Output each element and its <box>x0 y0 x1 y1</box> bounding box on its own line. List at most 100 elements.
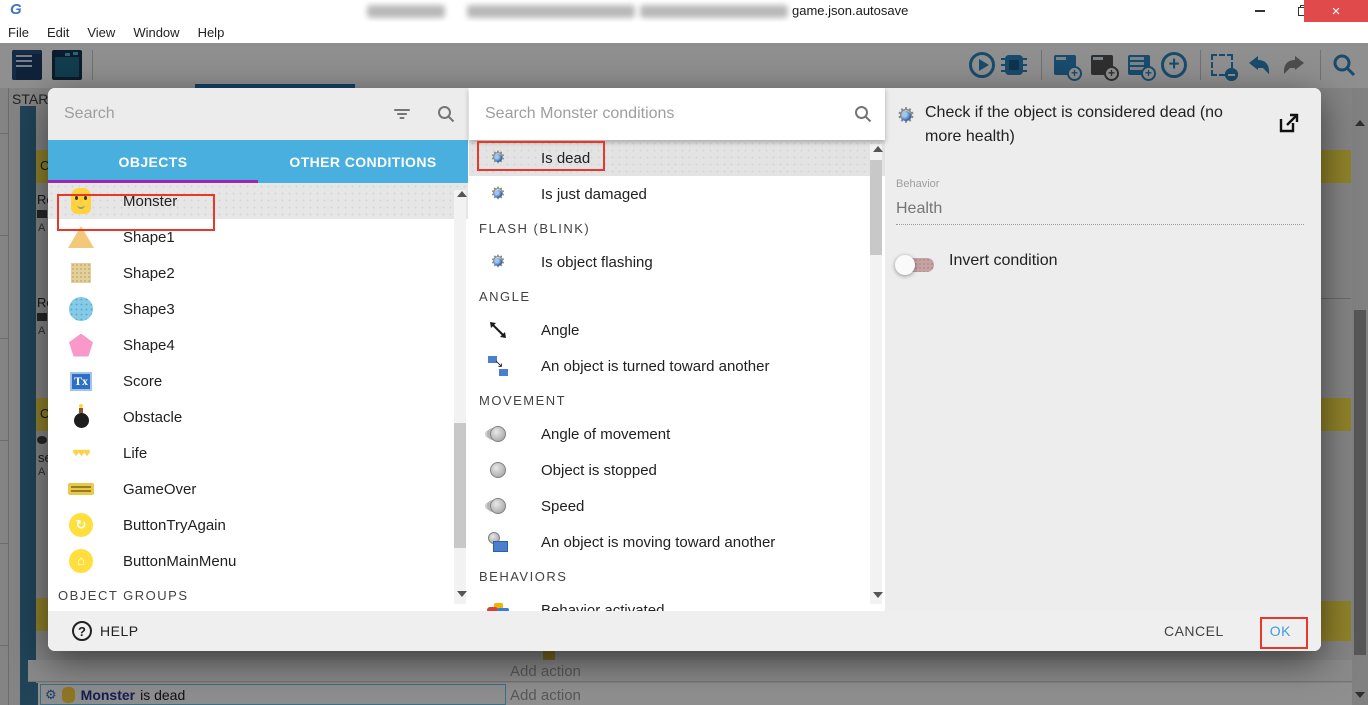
object-item-buttonmainmenu[interactable]: ⌂ ButtonMainMenu <box>48 543 468 579</box>
stopped-object-icon <box>487 462 509 478</box>
section-movement: MOVEMENT <box>469 384 885 416</box>
gdevelop-logo-icon: G <box>10 1 22 18</box>
retry-button-icon: ↻ <box>66 513 96 537</box>
condition-label: An object is moving toward another <box>541 534 775 551</box>
window-title: game.json.autosave <box>792 3 908 18</box>
scroll-down-arrow[interactable] <box>873 592 883 598</box>
text-object-icon: Tx <box>66 372 96 391</box>
redacted-path-blur <box>467 5 635 18</box>
redacted-path-blur <box>367 5 445 18</box>
dialog-footer: ? HELP CANCEL OK <box>48 611 1321 651</box>
object-item-score[interactable]: Tx Score <box>48 363 468 399</box>
condition-label: Object is stopped <box>541 462 657 479</box>
menu-bar: File Edit View Window Help <box>0 22 1368 43</box>
object-label: Shape1 <box>123 229 175 246</box>
object-item-shape4[interactable]: Shape4 <box>48 327 468 363</box>
object-label: Life <box>123 445 147 462</box>
close-button[interactable]: × <box>1304 0 1368 22</box>
condition-description: Check if the object is considered dead (… <box>925 101 1245 149</box>
object-search-bar <box>48 88 468 140</box>
question-mark-icon: ? <box>72 621 92 641</box>
object-label: Obstacle <box>123 409 182 426</box>
invert-condition-label: Invert condition <box>949 252 1058 270</box>
scroll-down-arrow[interactable] <box>457 591 467 597</box>
health-gear-icon: ⚙ <box>487 184 509 204</box>
gameover-banner-icon <box>66 483 96 495</box>
condition-search-input[interactable] <box>469 105 841 123</box>
object-label: Shape4 <box>123 337 175 354</box>
object-search-input[interactable] <box>48 105 380 123</box>
bomb-icon <box>66 407 96 428</box>
object-label: ButtonTryAgain <box>123 517 226 534</box>
tab-other-conditions[interactable]: OTHER CONDITIONS <box>258 140 468 183</box>
section-behaviors: BEHAVIORS <box>469 560 885 592</box>
search-icon[interactable] <box>424 104 468 124</box>
menu-window[interactable]: Window <box>124 25 188 40</box>
health-gear-icon: ⚙ <box>894 104 919 129</box>
filter-icon[interactable] <box>380 104 424 124</box>
object-label: Shape2 <box>123 265 175 282</box>
condition-editor-panel: ⚙ Check if the object is considered dead… <box>885 88 1321 611</box>
help-label: HELP <box>100 623 139 639</box>
angle-arrow-icon <box>487 320 509 340</box>
object-item-life[interactable]: ♥♥♥ Life <box>48 435 468 471</box>
object-item-obstacle[interactable]: Obstacle <box>48 399 468 435</box>
turned-toward-icon: ↘ <box>487 356 509 376</box>
condition-item-turned-toward[interactable]: ↘ An object is turned toward another <box>469 348 885 384</box>
condition-label: Is just damaged <box>541 186 647 203</box>
angle-of-movement-icon <box>487 426 509 442</box>
scroll-up-arrow[interactable] <box>457 191 467 197</box>
invert-condition-toggle[interactable] <box>898 258 934 272</box>
speed-icon <box>487 498 509 514</box>
pentagon-shape-icon <box>66 334 96 357</box>
condition-item-angle-of-movement[interactable]: Angle of movement <box>469 416 885 452</box>
help-button[interactable]: ? HELP <box>72 621 139 641</box>
menu-file[interactable]: File <box>0 25 38 40</box>
menu-help[interactable]: Help <box>189 25 234 40</box>
condition-item-is-object-flashing[interactable]: ⚙ Is object flashing <box>469 244 885 280</box>
flash-gear-icon: ⚙ <box>487 252 509 272</box>
open-help-external-icon[interactable] <box>1277 111 1301 135</box>
object-item-shape3[interactable]: Shape3 <box>48 291 468 327</box>
condition-label: Behavior activated <box>541 602 664 612</box>
condition-list: ⚙ Is dead ⚙ Is just damaged FLASH (BLINK… <box>469 140 885 611</box>
section-flash-blink: FLASH (BLINK) <box>469 212 885 244</box>
object-item-buttontryagain[interactable]: ↻ ButtonTryAgain <box>48 507 468 543</box>
annotation-box-ok <box>1260 617 1308 649</box>
condition-item-moving-toward[interactable]: An object is moving toward another <box>469 524 885 560</box>
object-list: Monster Shape1 Shape2 Shape3 Shape4 <box>48 183 468 611</box>
tab-objects[interactable]: OBJECTS <box>48 140 258 183</box>
circle-shape-icon <box>66 297 96 321</box>
condition-label: Speed <box>541 498 584 515</box>
condition-item-angle[interactable]: Angle <box>469 312 885 348</box>
menu-view[interactable]: View <box>78 25 124 40</box>
annotation-box-monster <box>57 194 215 231</box>
condition-label: Is object flashing <box>541 254 653 271</box>
object-label: ButtonMainMenu <box>123 553 236 570</box>
annotation-box-is-dead <box>477 141 605 171</box>
menu-edit[interactable]: Edit <box>38 25 78 40</box>
search-icon[interactable] <box>841 104 885 124</box>
square-shape-icon <box>66 263 96 283</box>
scroll-up-arrow[interactable] <box>873 146 883 152</box>
object-item-gameover[interactable]: GameOver <box>48 471 468 507</box>
section-angle: ANGLE <box>469 280 885 312</box>
scrollbar-thumb[interactable] <box>870 160 882 255</box>
behavior-select-underline <box>896 224 1304 225</box>
condition-label: Angle of movement <box>541 426 670 443</box>
cancel-button[interactable]: CANCEL <box>1164 623 1224 639</box>
object-selector-panel: OBJECTS OTHER CONDITIONS Monster Shape1 … <box>48 88 468 611</box>
behavior-select[interactable]: Health <box>896 200 942 218</box>
condition-item-object-is-stopped[interactable]: Object is stopped <box>469 452 885 488</box>
minimize-button[interactable] <box>1240 0 1280 22</box>
scrollbar-thumb[interactable] <box>454 423 466 548</box>
behavior-puzzle-icon <box>487 602 509 611</box>
condition-item-behavior-activated[interactable]: Behavior activated <box>469 592 885 611</box>
redacted-path-blur <box>640 5 788 18</box>
title-bar: G game.json.autosave × <box>0 0 1368 22</box>
condition-item-is-just-damaged[interactable]: ⚙ Is just damaged <box>469 176 885 212</box>
object-item-shape2[interactable]: Shape2 <box>48 255 468 291</box>
choose-condition-dialog: OBJECTS OTHER CONDITIONS Monster Shape1 … <box>48 88 1321 651</box>
condition-label: An object is turned toward another <box>541 358 769 375</box>
condition-item-speed[interactable]: Speed <box>469 488 885 524</box>
